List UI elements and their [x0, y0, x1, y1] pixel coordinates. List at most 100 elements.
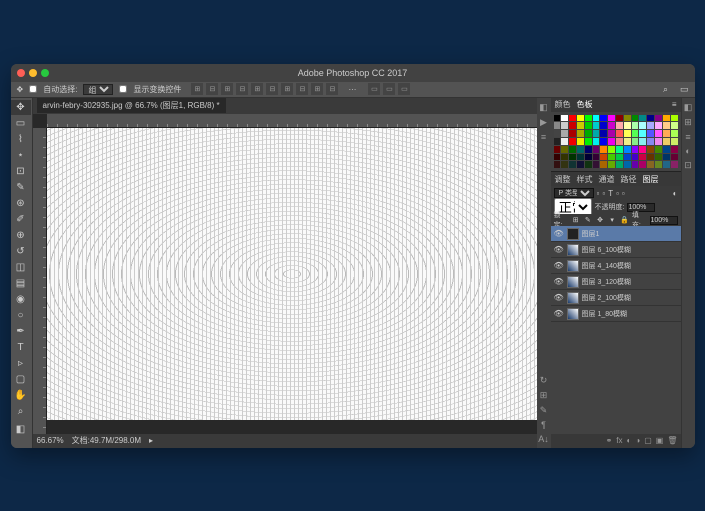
swatch[interactable] [647, 146, 654, 153]
swatch[interactable] [554, 161, 561, 168]
layer-row[interactable]: 👁图层1 [551, 226, 681, 242]
wand-tool[interactable]: ⋆ [11, 148, 31, 163]
swatch[interactable] [569, 130, 576, 137]
swatch[interactable] [608, 130, 615, 137]
tab-layers[interactable]: 图层 [643, 174, 659, 185]
tab-styles[interactable]: 样式 [577, 174, 593, 185]
tab-channels[interactable]: 通道 [599, 174, 615, 185]
swatch[interactable] [663, 138, 670, 145]
swatch[interactable] [600, 122, 607, 129]
panel-icon[interactable]: ◧ [539, 102, 548, 113]
swatch[interactable] [663, 115, 670, 122]
layer-thumb[interactable] [567, 292, 579, 304]
lasso-tool[interactable]: ⌇ [11, 132, 31, 147]
mask-icon[interactable]: ◐ [627, 436, 632, 445]
filter-toggle-icon[interactable]: ◐ [673, 189, 678, 198]
swatch[interactable] [655, 115, 662, 122]
tab-paths[interactable]: 路径 [621, 174, 637, 185]
visibility-icon[interactable]: 👁 [554, 309, 564, 318]
layer-row[interactable]: 👁图层 2_100模糊 [551, 290, 681, 306]
swatch[interactable] [593, 115, 600, 122]
tab-color[interactable]: 颜色 [555, 99, 571, 110]
align-icon[interactable]: ⊟ [266, 83, 278, 95]
swatch[interactable] [663, 130, 670, 137]
path-tool[interactable]: ▹ [11, 356, 31, 371]
align-icon[interactable]: ⊟ [296, 83, 308, 95]
visibility-icon[interactable]: 👁 [554, 261, 564, 270]
marquee-tool[interactable]: ▭ [11, 116, 31, 131]
swatch[interactable] [600, 138, 607, 145]
swatch[interactable] [569, 161, 576, 168]
swatch[interactable] [663, 122, 670, 129]
swatch[interactable] [608, 138, 615, 145]
eyedropper-tool[interactable]: ✎ [11, 180, 31, 195]
swatch[interactable] [616, 122, 623, 129]
swatch[interactable] [647, 130, 654, 137]
swatch[interactable] [585, 115, 592, 122]
swatch[interactable] [585, 130, 592, 137]
swatch[interactable] [655, 161, 662, 168]
swatch[interactable] [632, 161, 639, 168]
panel-icon[interactable]: ⊞ [684, 117, 692, 128]
auto-select-checkbox[interactable] [29, 85, 37, 93]
ruler-vertical[interactable] [33, 128, 47, 434]
swatch[interactable] [554, 138, 561, 145]
layer-thumb[interactable] [567, 308, 579, 320]
swatch[interactable] [585, 146, 592, 153]
swatch[interactable] [569, 115, 576, 122]
swatch[interactable] [616, 161, 623, 168]
align-icon[interactable]: ⊞ [311, 83, 323, 95]
chevron-right-icon[interactable]: ▸ [149, 436, 153, 445]
swatch[interactable] [632, 138, 639, 145]
swatch[interactable] [671, 154, 678, 161]
swatch[interactable] [577, 122, 584, 129]
layer-row[interactable]: 👁图层 3_120模糊 [551, 274, 681, 290]
swatch[interactable] [608, 154, 615, 161]
swatch[interactable] [632, 146, 639, 153]
swatch[interactable] [639, 154, 646, 161]
swatch[interactable] [600, 146, 607, 153]
canvas[interactable] [47, 128, 537, 420]
swatch[interactable] [600, 161, 607, 168]
swatch[interactable] [593, 122, 600, 129]
more-icon[interactable]: ··· [348, 85, 356, 94]
swatch[interactable] [647, 115, 654, 122]
align-icon[interactable]: ⊟ [206, 83, 218, 95]
swatch[interactable] [655, 122, 662, 129]
swatch[interactable] [663, 154, 670, 161]
swatch[interactable] [624, 122, 631, 129]
swatch[interactable] [600, 130, 607, 137]
stamp-tool[interactable]: ⊕ [11, 228, 31, 243]
swatch[interactable] [608, 115, 615, 122]
swatch[interactable] [593, 138, 600, 145]
document-tab[interactable]: arvin-febry-302935.jpg @ 66.7% (图层1, RGB… [37, 98, 226, 113]
swatch[interactable] [561, 146, 568, 153]
panel-icon[interactable]: A↓ [538, 434, 549, 444]
transform-checkbox[interactable] [119, 85, 127, 93]
swatch[interactable] [663, 161, 670, 168]
swatch[interactable] [593, 130, 600, 137]
swatch[interactable] [577, 146, 584, 153]
swatch[interactable] [585, 122, 592, 129]
swatch[interactable] [577, 161, 584, 168]
swatch[interactable] [647, 154, 654, 161]
swatch[interactable] [561, 130, 568, 137]
eraser-tool[interactable]: ◫ [11, 260, 31, 275]
align-icon[interactable]: ⊞ [221, 83, 233, 95]
swatch[interactable] [561, 115, 568, 122]
swatch[interactable] [554, 115, 561, 122]
swatch[interactable] [561, 138, 568, 145]
panel-icon[interactable]: ◐ [685, 146, 690, 156]
swatch[interactable] [632, 122, 639, 129]
align-icon[interactable]: ⊞ [281, 83, 293, 95]
swatch[interactable] [655, 130, 662, 137]
filter-icon[interactable]: ▫ [616, 189, 619, 198]
lock-icon[interactable]: ▾ [608, 215, 617, 225]
swatch[interactable] [671, 122, 678, 129]
swatch[interactable] [624, 146, 631, 153]
swatch[interactable] [561, 122, 568, 129]
layer-thumb[interactable] [567, 260, 579, 272]
swatch[interactable] [554, 130, 561, 137]
swatch[interactable] [671, 138, 678, 145]
swatch[interactable] [585, 161, 592, 168]
